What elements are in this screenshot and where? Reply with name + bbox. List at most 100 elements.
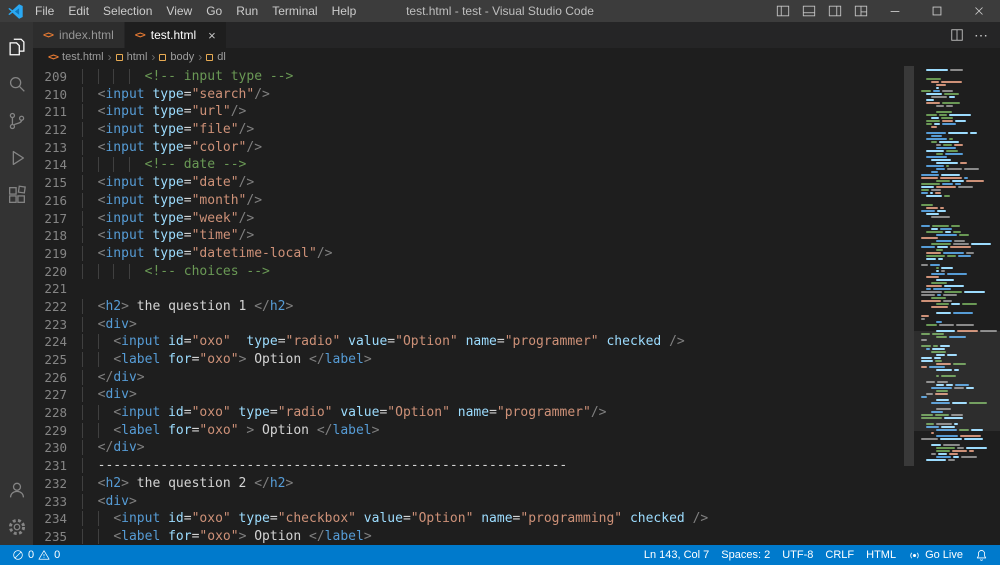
code-line[interactable]: 227 <div> <box>33 386 1000 404</box>
breadcrumb-dl[interactable]: dl <box>217 51 226 63</box>
menu-terminal[interactable]: Terminal <box>265 0 324 22</box>
search-icon[interactable] <box>0 65 33 102</box>
menu-run[interactable]: Run <box>229 0 265 22</box>
code-line[interactable]: 209 <!-- input type --> <box>33 68 1000 86</box>
code-line[interactable]: 231 ------------------------------------… <box>33 457 1000 475</box>
line-number: 233 <box>44 493 67 509</box>
line-number: 231 <box>44 458 67 474</box>
errors-icon <box>12 549 24 561</box>
code-line[interactable]: 235 <label for="oxo"> Option </label> <box>33 528 1000 545</box>
problems-indicator[interactable]: 0 0 <box>6 545 66 565</box>
code-line[interactable]: 230 </div> <box>33 439 1000 457</box>
code-line[interactable]: 211 <input type="url"/> <box>33 103 1000 121</box>
tab-test-html[interactable]: <> test.html × <box>124 22 227 48</box>
line-number: 212 <box>44 122 67 138</box>
breadcrumb-body[interactable]: body <box>170 51 194 63</box>
minimize-button[interactable] <box>874 0 916 22</box>
menu-edit[interactable]: Edit <box>61 0 96 22</box>
vertical-scrollbar[interactable] <box>904 66 914 466</box>
code-line[interactable]: 226 </div> <box>33 369 1000 387</box>
chevron-right-icon: › <box>151 50 156 64</box>
language-mode[interactable]: HTML <box>860 545 902 565</box>
code-line[interactable]: 224 <input id="oxo" type="radio" value="… <box>33 333 1000 351</box>
line-number: 218 <box>44 228 67 244</box>
menu-go[interactable]: Go <box>199 0 229 22</box>
split-editor-icon[interactable] <box>950 28 964 42</box>
notifications-bell-icon[interactable] <box>969 545 994 565</box>
menu-view[interactable]: View <box>159 0 199 22</box>
code-line[interactable]: 217 <input type="week"/> <box>33 210 1000 228</box>
line-number: 217 <box>44 210 67 226</box>
tab-bar: <> index.html <> test.html × ⋯ <box>33 22 1000 48</box>
toggle-secondary-sidebar-icon[interactable] <box>822 0 848 22</box>
code-line[interactable]: 233 <div> <box>33 493 1000 511</box>
symbol-icon <box>206 53 214 61</box>
line-number: 229 <box>44 422 67 438</box>
indentation-setting[interactable]: Spaces: 2 <box>715 545 776 565</box>
errors-count: 0 <box>28 549 35 561</box>
code-line[interactable]: 219 <input type="datetime-local"/> <box>33 245 1000 263</box>
code-line[interactable]: 221 <box>33 280 1000 298</box>
line-number: 211 <box>44 104 67 120</box>
maximize-button[interactable] <box>916 0 958 22</box>
code-line[interactable]: 229 <label for="oxo" > Option </label> <box>33 422 1000 440</box>
tab-index-html[interactable]: <> index.html <box>33 22 125 48</box>
go-live-button[interactable]: Go Live <box>902 545 969 565</box>
code-lines: 209 <!-- input type --> 210 <input type="… <box>33 66 1000 545</box>
code-line[interactable]: 212 <input type="file"/> <box>33 121 1000 139</box>
more-actions-icon[interactable]: ⋯ <box>974 28 988 42</box>
activity-bar <box>0 22 33 545</box>
explorer-icon[interactable] <box>0 28 33 65</box>
toggle-panel-icon[interactable] <box>796 0 822 22</box>
line-number: 234 <box>44 511 67 527</box>
line-number: 235 <box>44 528 67 544</box>
code-line[interactable]: 222 <h2> the question 1 </h2> <box>33 298 1000 316</box>
code-line[interactable]: 228 <input id="oxo" type="radio" value="… <box>33 404 1000 422</box>
encoding-setting[interactable]: UTF-8 <box>776 545 819 565</box>
editor[interactable]: 209 <!-- input type --> 210 <input type="… <box>33 66 1000 545</box>
menu-file[interactable]: File <box>28 0 61 22</box>
code-line[interactable]: 213 <input type="color"/> <box>33 139 1000 157</box>
eol-setting[interactable]: CRLF <box>819 545 860 565</box>
menu-selection[interactable]: Selection <box>96 0 159 22</box>
accounts-icon[interactable] <box>0 471 33 508</box>
code-line[interactable]: 220 <!-- choices --> <box>33 263 1000 281</box>
toggle-sidebar-icon[interactable] <box>770 0 796 22</box>
settings-gear-icon[interactable] <box>0 508 33 545</box>
code-line[interactable]: 225 <label for="oxo"> Option </label> <box>33 351 1000 369</box>
title-bar: File Edit Selection View Go Run Terminal… <box>0 0 1000 22</box>
broadcast-icon <box>908 549 921 562</box>
chevron-right-icon: › <box>107 50 112 64</box>
code-line[interactable]: 218 <input type="time"/> <box>33 227 1000 245</box>
status-bar: 0 0 Ln 143, Col 7 Spaces: 2 UTF-8 CRLF H… <box>0 545 1000 565</box>
source-control-icon[interactable] <box>0 102 33 139</box>
code-line[interactable]: 216 <input type="month"/> <box>33 192 1000 210</box>
code-line[interactable]: 223 <div> <box>33 316 1000 334</box>
customize-layout-icon[interactable] <box>848 0 874 22</box>
close-tab-icon[interactable]: × <box>208 28 216 43</box>
tab-label: index.html <box>59 28 114 42</box>
extensions-icon[interactable] <box>0 176 33 213</box>
html-file-icon: <> <box>43 29 54 41</box>
menu-help[interactable]: Help <box>325 0 364 22</box>
code-line[interactable]: 232 <h2> the question 2 </h2> <box>33 475 1000 493</box>
minimap-slider[interactable] <box>914 331 1000 431</box>
code-line[interactable]: 214 <!-- date --> <box>33 156 1000 174</box>
code-line[interactable]: 234 <input id="oxo" type="checkbox" valu… <box>33 510 1000 528</box>
minimap[interactable] <box>914 66 1000 545</box>
cursor-position[interactable]: Ln 143, Col 7 <box>638 545 715 565</box>
symbol-icon <box>159 53 167 61</box>
warnings-count: 0 <box>54 549 61 561</box>
window-title: test.html - test - Visual Studio Code <box>406 4 594 18</box>
close-window-button[interactable] <box>958 0 1000 22</box>
code-line[interactable]: 215 <input type="date"/> <box>33 174 1000 192</box>
titlebar-controls <box>770 0 1000 22</box>
run-and-debug-icon[interactable] <box>0 139 33 176</box>
code-line[interactable]: 210 <input type="search"/> <box>33 86 1000 104</box>
vscode-logo-icon <box>8 3 23 19</box>
line-number: 209 <box>44 69 67 84</box>
chevron-right-icon: › <box>198 50 203 64</box>
breadcrumb-html[interactable]: html <box>127 51 148 63</box>
statusbar-right: Ln 143, Col 7 Spaces: 2 UTF-8 CRLF HTML … <box>638 545 994 565</box>
breadcrumb-file[interactable]: test.html <box>62 51 104 63</box>
